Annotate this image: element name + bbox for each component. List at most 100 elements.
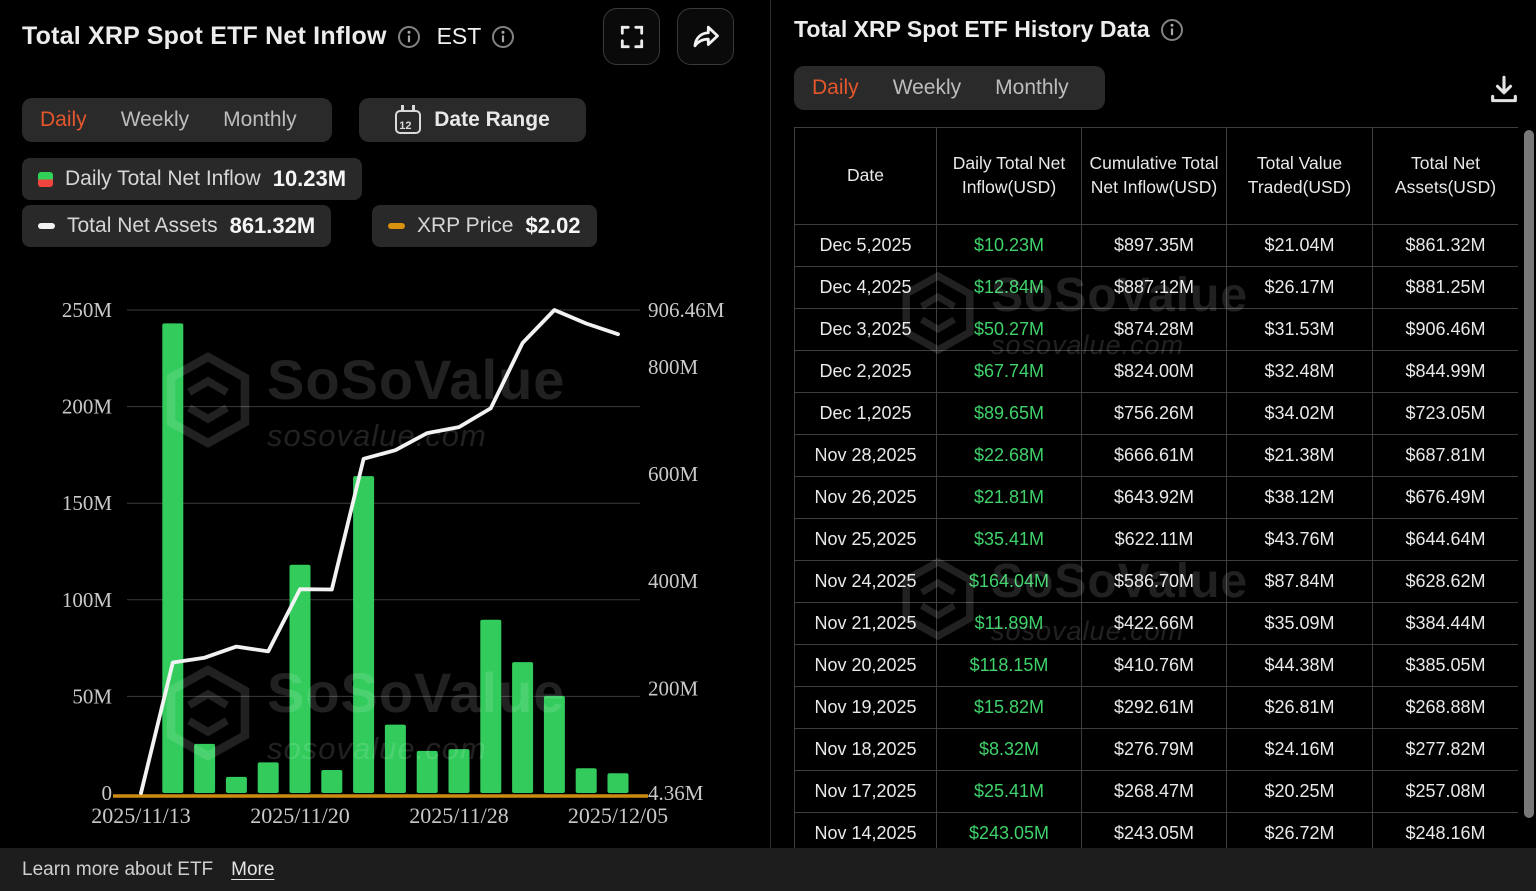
fullscreen-button[interactable] [603, 8, 660, 65]
cell-date: Nov 25,2025 [795, 519, 937, 561]
cell-value: $687.81M [1373, 435, 1519, 477]
svg-text:250M: 250M [62, 298, 113, 322]
cell-value: $422.66M [1082, 603, 1227, 645]
cell-value: $243.05M [937, 813, 1082, 849]
table-row: Nov 18,2025$8.32M$276.79M$24.16M$277.82M [795, 729, 1519, 771]
cell-value: $50.27M [937, 309, 1082, 351]
table-row: Nov 25,2025$35.41M$622.11M$43.76M$644.64… [795, 519, 1519, 561]
history-table: Date Daily Total Net Inflow(USD) Cumulat… [794, 127, 1518, 848]
cell-value: $881.25M [1373, 267, 1519, 309]
col-date: Date [795, 128, 937, 225]
cell-value: $268.47M [1082, 771, 1227, 813]
cell-value: $87.84M [1227, 561, 1373, 603]
svg-text:50M: 50M [72, 684, 112, 708]
info-icon[interactable] [491, 25, 515, 49]
history-title: Total XRP Spot ETF History Data [794, 16, 1150, 43]
cell-date: Dec 1,2025 [795, 393, 937, 435]
cell-value: $21.38M [1227, 435, 1373, 477]
cell-value: $38.12M [1227, 477, 1373, 519]
cell-value: $243.05M [1082, 813, 1227, 849]
info-icon[interactable] [1160, 18, 1184, 42]
fullscreen-icon [618, 23, 646, 51]
cell-value: $26.81M [1227, 687, 1373, 729]
cell-value: $756.26M [1082, 393, 1227, 435]
col-net-assets: Total Net Assets(USD) [1373, 128, 1519, 225]
cell-value: $34.02M [1227, 393, 1373, 435]
cell-value: $385.05M [1373, 645, 1519, 687]
chart-period-tabs: Daily Weekly Monthly [22, 98, 332, 142]
table-row: Nov 24,2025$164.04M$586.70M$87.84M$628.6… [795, 561, 1519, 603]
cell-date: Nov 17,2025 [795, 771, 937, 813]
page-title: Total XRP Spot ETF Net Inflow [22, 22, 387, 51]
tab-weekly[interactable]: Weekly [121, 108, 189, 132]
cell-value: $20.25M [1227, 771, 1373, 813]
cell-value: $31.53M [1227, 309, 1373, 351]
table-row: Nov 17,2025$25.41M$268.47M$20.25M$257.08… [795, 771, 1519, 813]
cell-value: $8.32M [937, 729, 1082, 771]
cell-value: $89.65M [937, 393, 1082, 435]
table-row: Nov 28,2025$22.68M$666.61M$21.38M$687.81… [795, 435, 1519, 477]
cell-date: Dec 5,2025 [795, 225, 937, 267]
info-icon[interactable] [397, 25, 421, 49]
svg-text:0: 0 [102, 781, 113, 805]
legend-total-net-assets[interactable]: Total Net Assets 861.32M [22, 205, 331, 247]
cell-value: $67.74M [937, 351, 1082, 393]
cell-value: $824.00M [1082, 351, 1227, 393]
svg-text:800M: 800M [648, 355, 699, 379]
assets-legend-icon [38, 223, 55, 229]
svg-text:2025/12/05: 2025/12/05 [568, 803, 668, 828]
legend-xrp-price[interactable]: XRP Price $2.02 [372, 205, 597, 247]
svg-text:2025/11/28: 2025/11/28 [409, 803, 508, 828]
tab-daily[interactable]: Daily [40, 108, 87, 132]
cell-date: Nov 19,2025 [795, 687, 937, 729]
cell-value: $276.79M [1082, 729, 1227, 771]
cell-value: $861.32M [1373, 225, 1519, 267]
cell-value: $628.62M [1373, 561, 1519, 603]
timezone-label: EST [437, 23, 482, 50]
svg-text:150M: 150M [62, 491, 113, 515]
cell-value: $248.16M [1373, 813, 1519, 849]
legend-daily-net-inflow[interactable]: Daily Total Net Inflow 10.23M [22, 158, 362, 200]
cell-value: $676.49M [1373, 477, 1519, 519]
tab-weekly[interactable]: Weekly [893, 76, 961, 100]
history-table-body: Dec 5,2025$10.23M$897.35M$21.04M$861.32M… [795, 225, 1519, 849]
cell-date: Dec 2,2025 [795, 351, 937, 393]
table-row: Nov 19,2025$15.82M$292.61M$26.81M$268.88… [795, 687, 1519, 729]
share-button[interactable] [677, 8, 734, 65]
history-period-tabs: Daily Weekly Monthly [794, 66, 1105, 110]
date-range-button[interactable]: 12 Date Range [359, 98, 586, 142]
col-daily-inflow: Daily Total Net Inflow(USD) [937, 128, 1082, 225]
footer-bar: Learn more about ETF More [0, 848, 1536, 891]
cell-value: $723.05M [1373, 393, 1519, 435]
inflow-legend-icon [38, 172, 53, 187]
cell-value: $35.41M [937, 519, 1082, 561]
svg-text:2025/11/13: 2025/11/13 [91, 803, 190, 828]
inflow-chart-panel: Total XRP Spot ETF Net Inflow EST Daily … [0, 0, 770, 848]
cell-value: $586.70M [1082, 561, 1227, 603]
table-scrollbar[interactable] [1524, 130, 1534, 818]
history-data-panel: Total XRP Spot ETF History Data Daily We… [771, 0, 1536, 848]
cell-value: $24.16M [1227, 729, 1373, 771]
table-row: Dec 3,2025$50.27M$874.28M$31.53M$906.46M [795, 309, 1519, 351]
tab-daily[interactable]: Daily [812, 76, 859, 100]
svg-text:600M: 600M [648, 462, 699, 486]
tab-monthly[interactable]: Monthly [995, 76, 1069, 100]
table-row: Nov 26,2025$21.81M$643.92M$38.12M$676.49… [795, 477, 1519, 519]
svg-text:100M: 100M [62, 588, 113, 612]
cell-value: $292.61M [1082, 687, 1227, 729]
cell-date: Nov 18,2025 [795, 729, 937, 771]
download-button[interactable] [1484, 70, 1524, 110]
history-header: Total XRP Spot ETF History Data [794, 16, 1184, 43]
table-row: Nov 14,2025$243.05M$243.05M$26.72M$248.1… [795, 813, 1519, 849]
cell-date: Nov 24,2025 [795, 561, 937, 603]
cell-value: $644.64M [1373, 519, 1519, 561]
cell-value: $43.76M [1227, 519, 1373, 561]
cell-value: $15.82M [937, 687, 1082, 729]
tab-monthly[interactable]: Monthly [223, 108, 297, 132]
table-row: Nov 21,2025$11.89M$422.66M$35.09M$384.44… [795, 603, 1519, 645]
col-cumulative-inflow: Cumulative Total Net Inflow(USD) [1082, 128, 1227, 225]
table-row: Dec 1,2025$89.65M$756.26M$34.02M$723.05M [795, 393, 1519, 435]
cell-value: $257.08M [1373, 771, 1519, 813]
more-link[interactable]: More [231, 859, 274, 881]
cell-value: $11.89M [937, 603, 1082, 645]
